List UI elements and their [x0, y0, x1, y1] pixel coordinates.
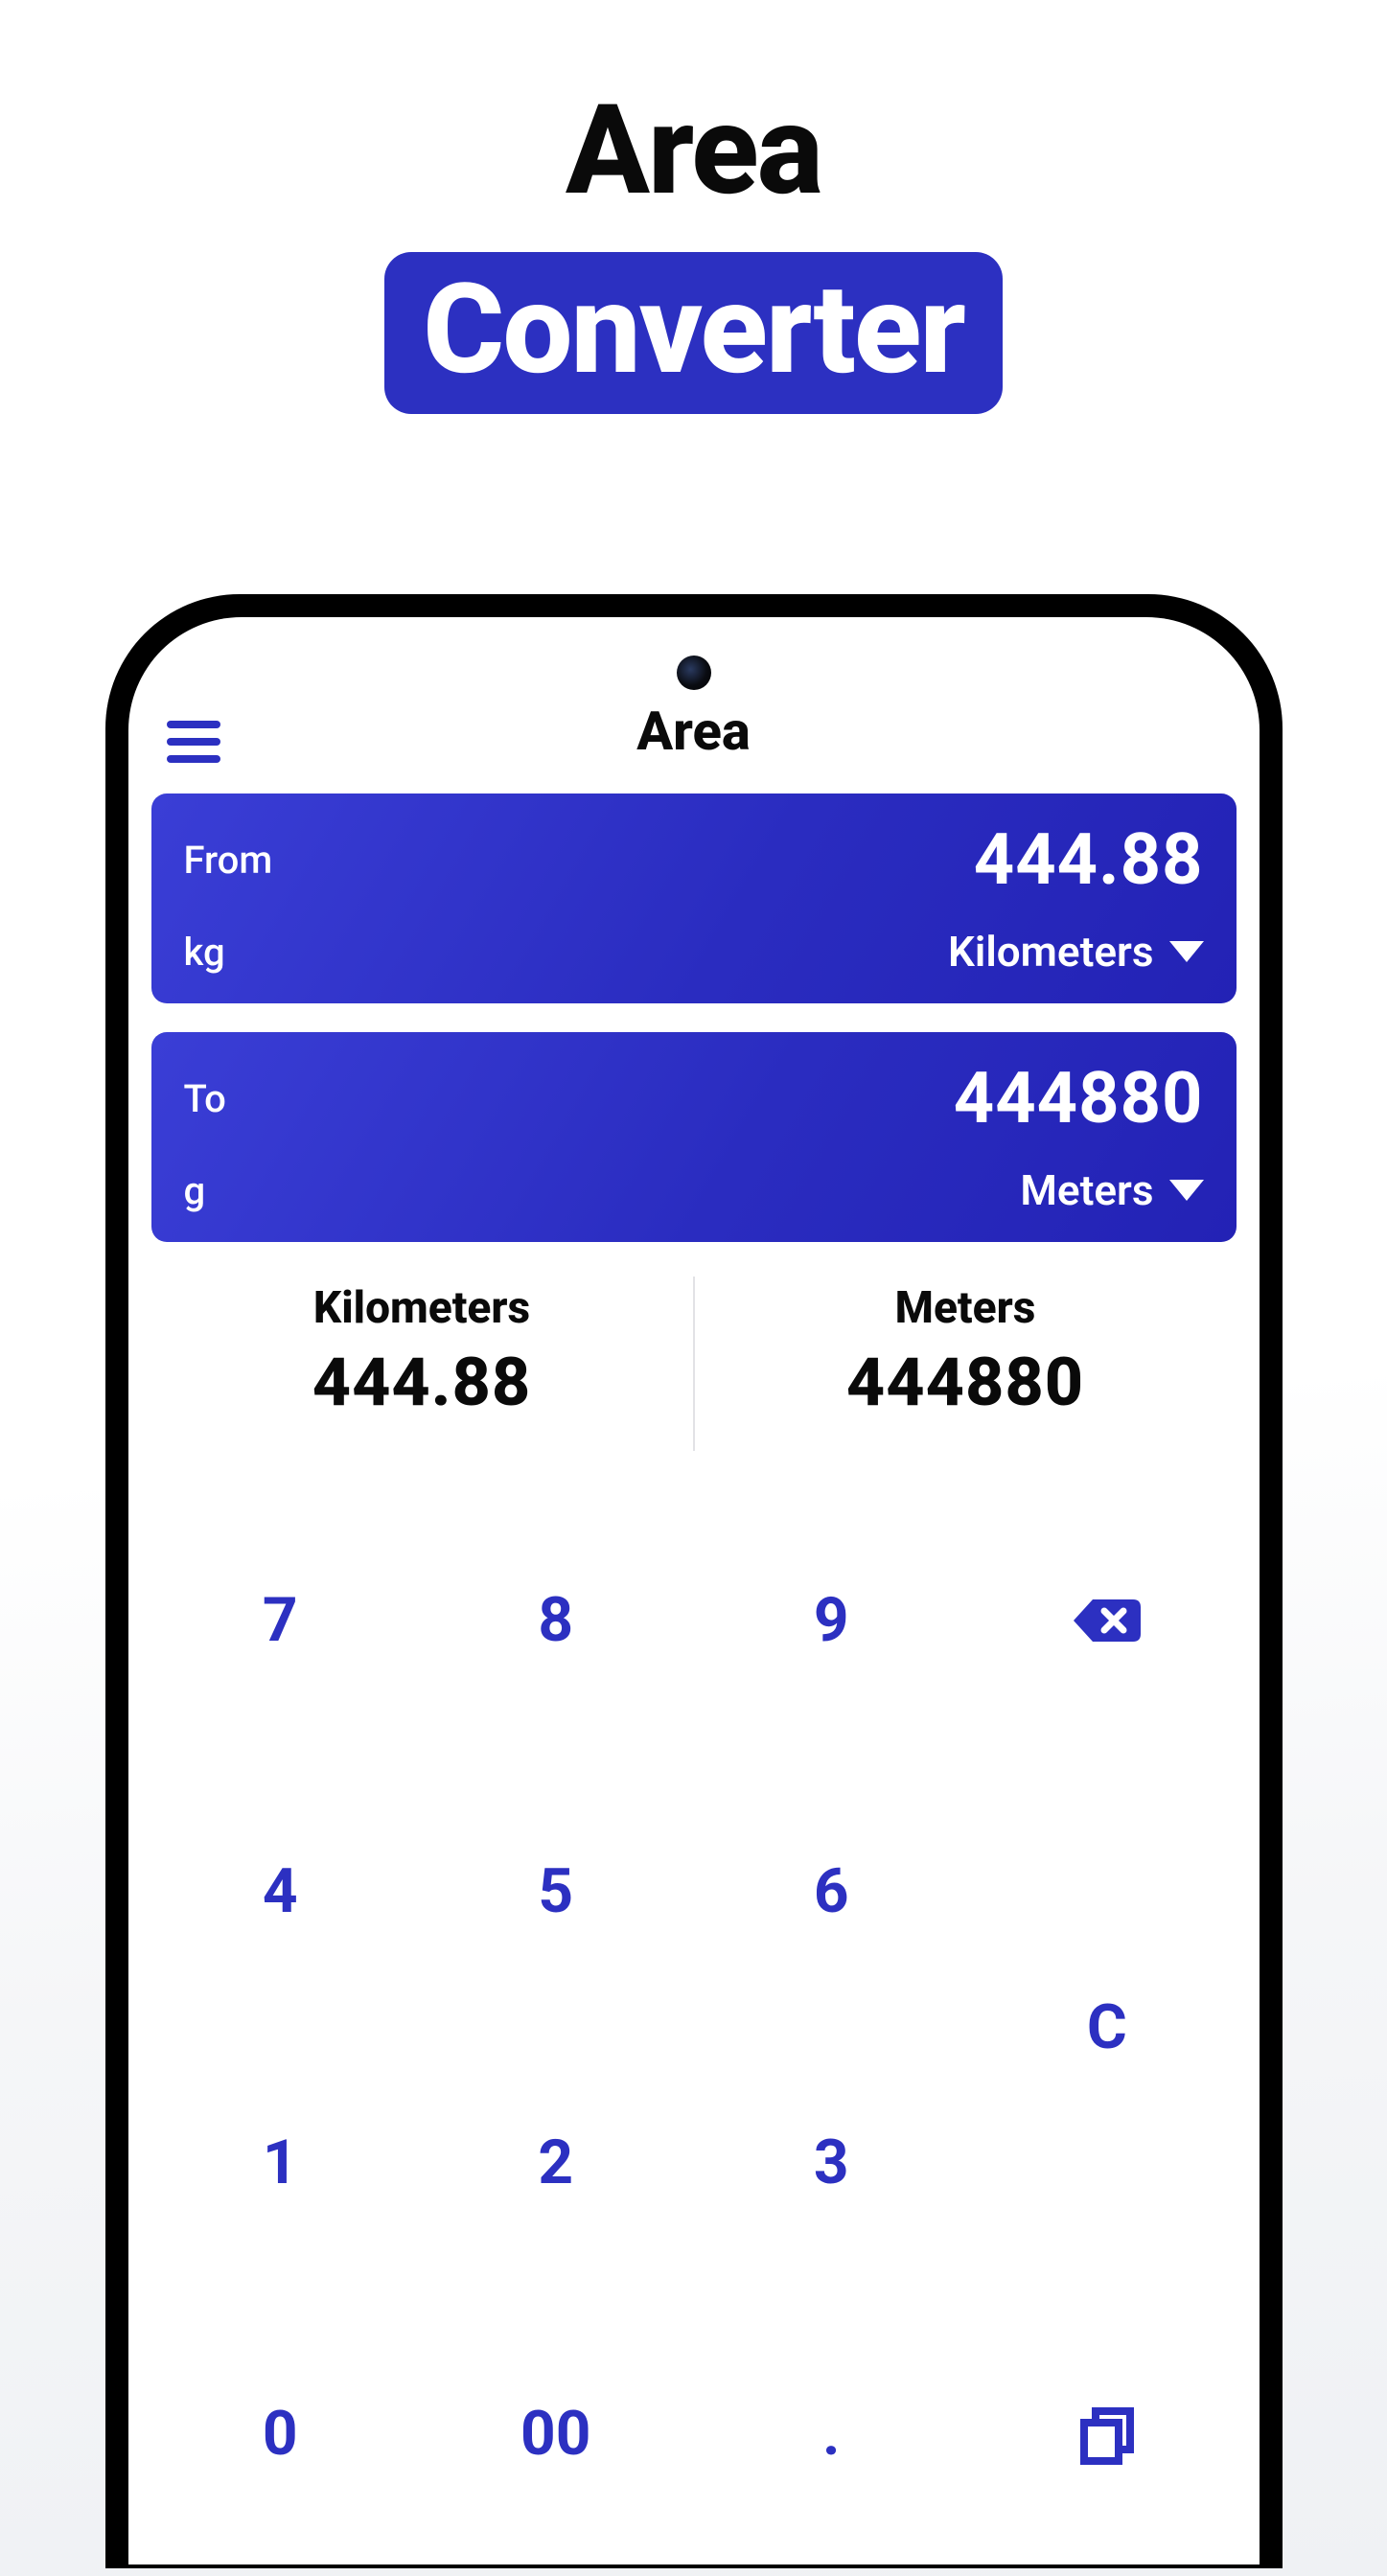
key-1[interactable]: 1: [148, 2032, 414, 2293]
keypad: 7 8 9 4 5 6 C 1 2 3 0 00 .: [128, 1451, 1260, 2564]
to-label: To: [184, 1076, 954, 1121]
from-label: From: [184, 838, 949, 883]
key-2[interactable]: 2: [423, 2032, 689, 2293]
key-8[interactable]: 8: [423, 1489, 689, 1751]
readout-left: Kilometers 444.88: [151, 1276, 693, 1451]
phone-side-button: [105, 978, 107, 1092]
promo-headline: Area Converter: [0, 0, 1387, 414]
to-unit-label: Meters: [1020, 1165, 1153, 1215]
page-title: Area: [128, 700, 1260, 763]
readout-left-value: 444.88: [151, 1344, 693, 1422]
key-4[interactable]: 4: [148, 1760, 414, 2022]
to-unit-select[interactable]: Meters: [1020, 1165, 1203, 1215]
to-value[interactable]: 444880: [954, 1057, 1204, 1140]
from-card: From 444.88 kg Kilometers: [151, 794, 1237, 1003]
phone-screen: Area From 444.88 kg Kilometers To 444880…: [128, 617, 1260, 2564]
phone-side-button: [105, 1361, 107, 1552]
readout-right-value: 444880: [695, 1344, 1237, 1422]
key-0[interactable]: 0: [148, 2303, 414, 2564]
readout-left-unit: Kilometers: [151, 1282, 693, 1334]
from-value[interactable]: 444.88: [974, 818, 1204, 902]
phone-side-button: [1281, 1112, 1283, 1380]
chevron-down-icon: [1169, 1180, 1204, 1201]
key-6[interactable]: 6: [699, 1760, 965, 2022]
key-3[interactable]: 3: [699, 2032, 965, 2293]
readout-row: Kilometers 444.88 Meters 444880: [128, 1276, 1260, 1451]
phone-frame: Area From 444.88 kg Kilometers To 444880…: [105, 594, 1283, 2568]
app-bar: Area: [128, 617, 1260, 780]
from-unit-select[interactable]: Kilometers: [948, 927, 1203, 977]
promo-line2: Converter: [384, 252, 1003, 414]
conversion-cards: From 444.88 kg Kilometers To 444880 g Me…: [128, 780, 1260, 1242]
clear-button[interactable]: C: [974, 1760, 1240, 2293]
copy-button[interactable]: [974, 2303, 1240, 2564]
menu-icon[interactable]: [167, 721, 220, 763]
backspace-button[interactable]: [974, 1489, 1240, 1751]
readout-right-unit: Meters: [695, 1282, 1237, 1334]
copy-icon: [1076, 2404, 1138, 2465]
phone-side-button: [105, 1131, 107, 1322]
promo-line1: Area: [0, 77, 1387, 223]
key-decimal[interactable]: .: [699, 2303, 965, 2564]
to-abbr: g: [184, 1168, 954, 1213]
chevron-down-icon: [1169, 941, 1204, 962]
key-9[interactable]: 9: [699, 1489, 965, 1751]
from-unit-label: Kilometers: [948, 927, 1153, 977]
to-card: To 444880 g Meters: [151, 1032, 1237, 1242]
from-abbr: kg: [184, 930, 949, 975]
key-00[interactable]: 00: [423, 2303, 689, 2564]
readout-right: Meters 444880: [693, 1276, 1237, 1451]
front-camera: [677, 656, 711, 690]
backspace-icon: [1070, 1596, 1144, 1645]
key-5[interactable]: 5: [423, 1760, 689, 2022]
key-7[interactable]: 7: [148, 1489, 414, 1751]
